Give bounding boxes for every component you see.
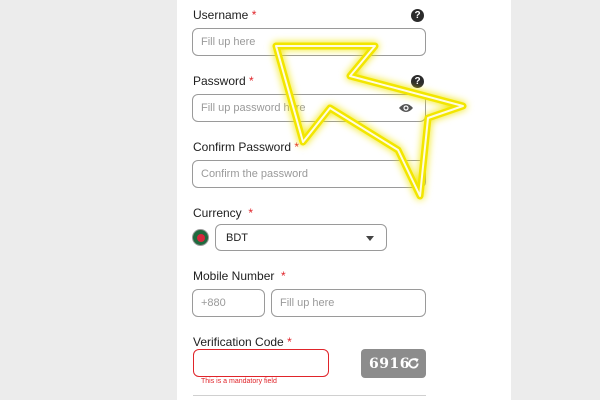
confirm-password-input[interactable]: Confirm the password: [192, 160, 426, 188]
password-help-icon[interactable]: ?: [411, 75, 424, 88]
password-label: Password *: [193, 74, 254, 88]
mobile-number-input[interactable]: Fill up here: [271, 289, 426, 317]
required-mark: *: [251, 8, 257, 22]
required-mark: *: [249, 74, 254, 88]
mobile-number-label: Mobile Number *: [193, 269, 286, 283]
flag-disc: [196, 233, 205, 242]
confirm-password-label: Confirm Password *: [193, 140, 300, 154]
chevron-down-icon: [366, 236, 374, 241]
required-mark: *: [294, 140, 300, 154]
verification-code-input[interactable]: [193, 349, 329, 377]
currency-label: Currency *: [193, 206, 254, 220]
required-mark: *: [287, 335, 292, 349]
eye-icon[interactable]: [398, 102, 414, 114]
currency-select[interactable]: BDT: [215, 224, 387, 251]
bangladesh-flag-icon: [192, 229, 209, 246]
username-input[interactable]: Fill up here: [192, 28, 426, 56]
required-mark: *: [248, 206, 254, 220]
captcha-box: 6916: [361, 349, 426, 378]
required-mark: *: [281, 269, 286, 283]
username-help-icon[interactable]: ?: [411, 9, 424, 22]
verification-code-label: Verification Code *: [193, 335, 292, 349]
password-input[interactable]: Fill up password here: [192, 94, 426, 122]
error-message: This is a mandatory field: [201, 378, 277, 385]
username-label: Username *: [193, 8, 257, 22]
country-code-field[interactable]: +880: [192, 289, 265, 317]
currency-value: BDT: [226, 231, 248, 244]
divider: [193, 395, 426, 396]
refresh-icon[interactable]: [407, 357, 420, 370]
captcha-code: 6916: [369, 355, 410, 372]
